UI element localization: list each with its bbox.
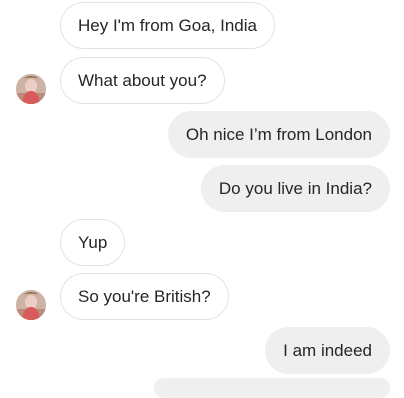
message-bubble-outgoing-partial[interactable] xyxy=(154,378,390,398)
avatar-photo-icon xyxy=(16,74,46,104)
message-bubble-outgoing[interactable]: Do you live in India? xyxy=(200,165,390,212)
avatar[interactable] xyxy=(16,74,46,104)
message-bubble-outgoing[interactable]: Oh nice I’m from London xyxy=(167,111,390,158)
message-text: Hey I'm from Goa, India xyxy=(78,16,257,35)
message-bubble-incoming[interactable]: What about you? xyxy=(60,57,225,104)
message-text: Do you live in India? xyxy=(218,179,372,198)
message-bubble-incoming[interactable]: Yup xyxy=(60,219,126,266)
message-bubble-outgoing[interactable]: I am indeed xyxy=(265,327,390,374)
message-text: I am indeed xyxy=(283,341,372,360)
avatar[interactable] xyxy=(16,290,46,320)
avatar-photo-icon xyxy=(16,290,46,320)
message-bubble-incoming[interactable]: So you're British? xyxy=(60,273,229,320)
message-text: Oh nice I’m from London xyxy=(185,125,372,144)
message-text: So you're British? xyxy=(78,287,211,306)
message-text: What about you? xyxy=(78,71,207,90)
message-text: Yup xyxy=(78,233,108,252)
chat-thread: Hey I'm from Goa, India What about you? … xyxy=(0,0,404,398)
message-bubble-incoming[interactable]: Hey I'm from Goa, India xyxy=(60,2,275,49)
